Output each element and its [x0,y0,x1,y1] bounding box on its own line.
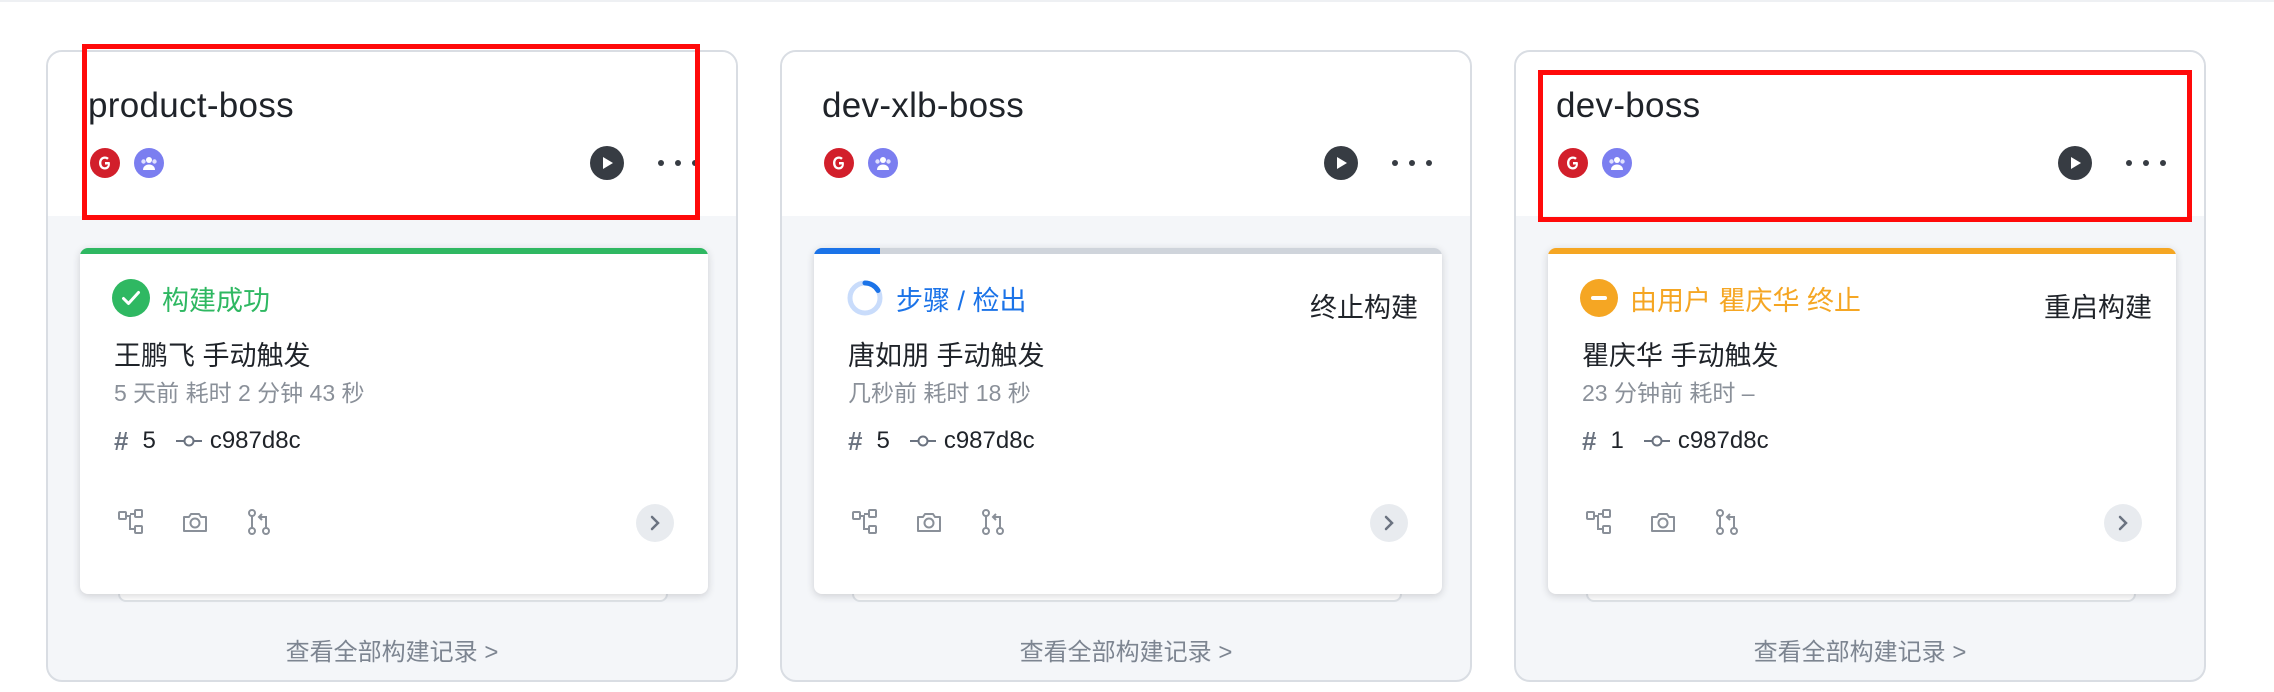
build-status: 步骤 / 检出 [846,278,1027,318]
pipeline-name[interactable]: dev-boss [1556,86,1700,126]
latest-build-card[interactable]: 构建成功 王鹏飞 手动触发 5 天前 耗时 2 分钟 43 秒 # 5 c987… [80,248,708,594]
stop-build-button[interactable]: 终止构建 [1310,286,1418,325]
status-bar [80,248,708,254]
more-icon[interactable] [658,148,698,178]
build-refs: # 5 c987d8c [848,426,1035,456]
build-number: 1 [1610,427,1624,454]
build-refs: # 5 c987d8c [114,426,301,456]
chevron-right-icon[interactable] [2104,504,2142,542]
pipeline-graph-icon[interactable] [850,507,880,537]
commit-icon [909,434,936,448]
build-number: 5 [142,427,156,454]
status-text: 构建成功 [162,285,270,316]
pipeline-name[interactable]: product-boss [88,86,294,126]
pipeline-name[interactable]: dev-xlb-boss [822,86,1024,126]
build-tools [850,504,1042,540]
pipeline-card-dev-boss: dev-boss 由用户 瞿庆华 终止 重启构建 瞿庆华 手动触发 23 分钟前… [1514,50,2206,682]
more-icon[interactable] [1392,148,1432,178]
card-header: dev-boss [1516,52,2204,216]
view-all-builds-link[interactable]: 查看全部构建记录 > [48,632,736,667]
snapshot-icon[interactable] [1648,507,1678,537]
trigger-text: 唐如朋 手动触发 [848,341,1045,371]
build-tools [116,504,308,540]
commit-icon [175,434,202,448]
latest-build-card[interactable]: 步骤 / 检出 终止构建 唐如朋 手动触发 几秒前 耗时 18 秒 # 5 c9… [814,248,1442,594]
pipeline-card-dev-xlb-boss: dev-xlb-boss 步骤 / 检出 终止构建 唐如朋 手动触发 几秒前 耗… [780,50,1472,682]
gitee-icon [1558,148,1588,178]
spinner-icon [846,279,884,317]
status-text: 步骤 / 检出 [896,285,1027,316]
run-icon[interactable] [2058,146,2092,180]
team-icon [134,148,164,178]
trigger-text: 王鹏飞 手动触发 [114,341,311,371]
commit-hash[interactable]: c987d8c [210,427,301,455]
chevron-right-icon[interactable] [636,504,674,542]
hash-icon: # [1582,425,1597,456]
pull-request-icon[interactable] [1712,507,1742,537]
commit-hash[interactable]: c987d8c [1678,427,1769,455]
build-number: 5 [876,427,890,454]
restart-build-button[interactable]: 重启构建 [2044,286,2152,325]
progress-fill [814,248,880,254]
gitee-icon [90,148,120,178]
pipeline-graph-icon[interactable] [1584,507,1614,537]
latest-build-card[interactable]: 由用户 瞿庆华 终止 重启构建 瞿庆华 手动触发 23 分钟前 耗时 – # 1… [1548,248,2176,594]
stop-icon [1580,279,1618,317]
team-icon [868,148,898,178]
snapshot-icon[interactable] [180,507,210,537]
build-meta: 5 天前 耗时 2 分钟 43 秒 [114,380,365,406]
build-status: 由用户 瞿庆华 终止 [1580,278,1861,318]
run-icon[interactable] [590,146,624,180]
chevron-right-icon[interactable] [1370,504,1408,542]
run-icon[interactable] [1324,146,1358,180]
top-divider [0,0,2274,2]
gitee-icon [824,148,854,178]
view-all-builds-link[interactable]: 查看全部构建记录 > [782,632,1470,667]
build-meta: 23 分钟前 耗时 – [1582,380,1755,406]
hash-icon: # [848,425,863,456]
build-meta: 几秒前 耗时 18 秒 [848,380,1031,406]
commit-hash[interactable]: c987d8c [944,427,1035,455]
more-icon[interactable] [2126,148,2166,178]
check-circle-icon [112,279,150,317]
build-refs: # 1 c987d8c [1582,426,1769,456]
card-header: product-boss [48,52,736,216]
commit-icon [1643,434,1670,448]
pipeline-graph-icon[interactable] [116,507,146,537]
status-bar [1548,248,2176,254]
pipeline-card-product-boss: product-boss 构建成功 王鹏飞 手动触发 5 天前 耗时 2 分钟 … [46,50,738,682]
trigger-text: 瞿庆华 手动触发 [1582,341,1779,371]
pull-request-icon[interactable] [244,507,274,537]
pull-request-icon[interactable] [978,507,1008,537]
hash-icon: # [114,425,129,456]
status-text: 由用户 瞿庆华 终止 [1630,285,1862,316]
build-tools [1584,504,1776,540]
view-all-builds-link[interactable]: 查看全部构建记录 > [1516,632,2204,667]
status-bar [814,248,1442,254]
build-status: 构建成功 [112,278,270,318]
team-icon [1602,148,1632,178]
snapshot-icon[interactable] [914,507,944,537]
card-header: dev-xlb-boss [782,52,1470,216]
